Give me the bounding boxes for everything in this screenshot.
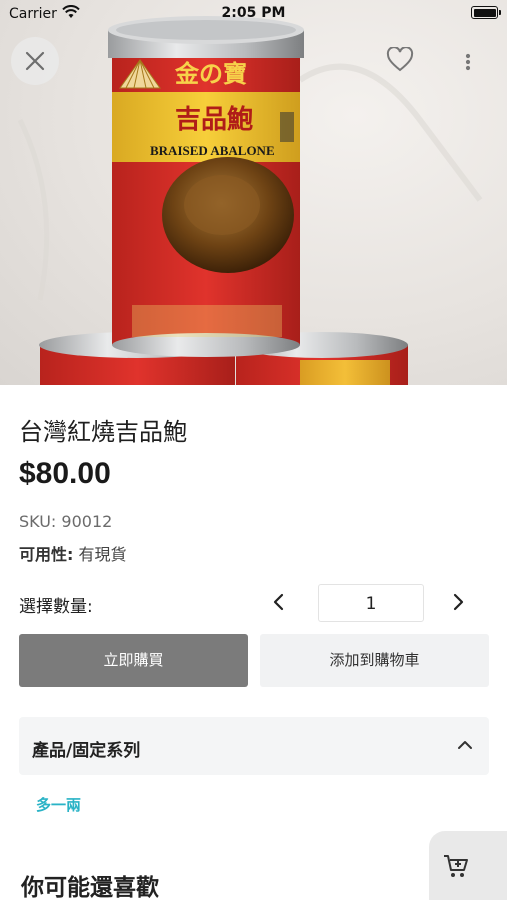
quantity-increase-button[interactable]: [445, 588, 471, 616]
close-button[interactable]: [11, 37, 59, 85]
product-series-accordion[interactable]: 產品/固定系列: [19, 717, 489, 775]
product-title: 台灣紅燒吉品鮑: [19, 418, 187, 446]
availability-label: 可用性:: [19, 545, 74, 564]
quantity-decrease-button[interactable]: [266, 588, 292, 616]
availability: 可用性: 有現貨: [19, 541, 127, 565]
product-sku: SKU: 90012: [19, 512, 113, 531]
availability-value: 有現貨: [73, 545, 127, 564]
clock-label: 2:05 PM: [221, 5, 286, 21]
more-vertical-icon: [465, 53, 471, 71]
chevron-up-icon: [458, 741, 472, 749]
battery-icon: [471, 6, 501, 19]
quantity-input[interactable]: 1: [318, 584, 424, 622]
product-price: $80.00: [19, 457, 111, 490]
add-to-cart-button[interactable]: 添加到購物車: [260, 634, 489, 687]
buy-now-button[interactable]: 立即購買: [19, 634, 248, 687]
can-brand-text: 金の寶: [174, 59, 247, 88]
favorite-button[interactable]: [386, 46, 414, 75]
chevron-right-icon: [453, 593, 464, 611]
status-bar: Carrier 2:05 PM: [0, 0, 507, 28]
quantity-label: 選擇數量:: [19, 597, 93, 617]
floating-cart-button[interactable]: [429, 831, 507, 900]
series-link[interactable]: 多一兩: [36, 794, 81, 815]
abalone-can-illustration: 金の寶 吉品鮑 BRAISED ABALONE: [17, 16, 483, 385]
product-image: 金の寶 吉品鮑 BRAISED ABALONE: [0, 0, 507, 385]
more-options-button[interactable]: [458, 48, 478, 76]
recommendations-heading: 你可能還喜歡: [21, 875, 159, 900]
heart-icon: [386, 46, 414, 72]
close-icon: [25, 51, 45, 71]
cart-add-icon: [444, 855, 468, 877]
can-name-cn-text: 吉品鮑: [175, 105, 253, 135]
can-name-en-text: BRAISED ABALONE: [150, 143, 275, 158]
accordion-label: 產品/固定系列: [32, 741, 141, 761]
chevron-left-icon: [273, 593, 284, 611]
